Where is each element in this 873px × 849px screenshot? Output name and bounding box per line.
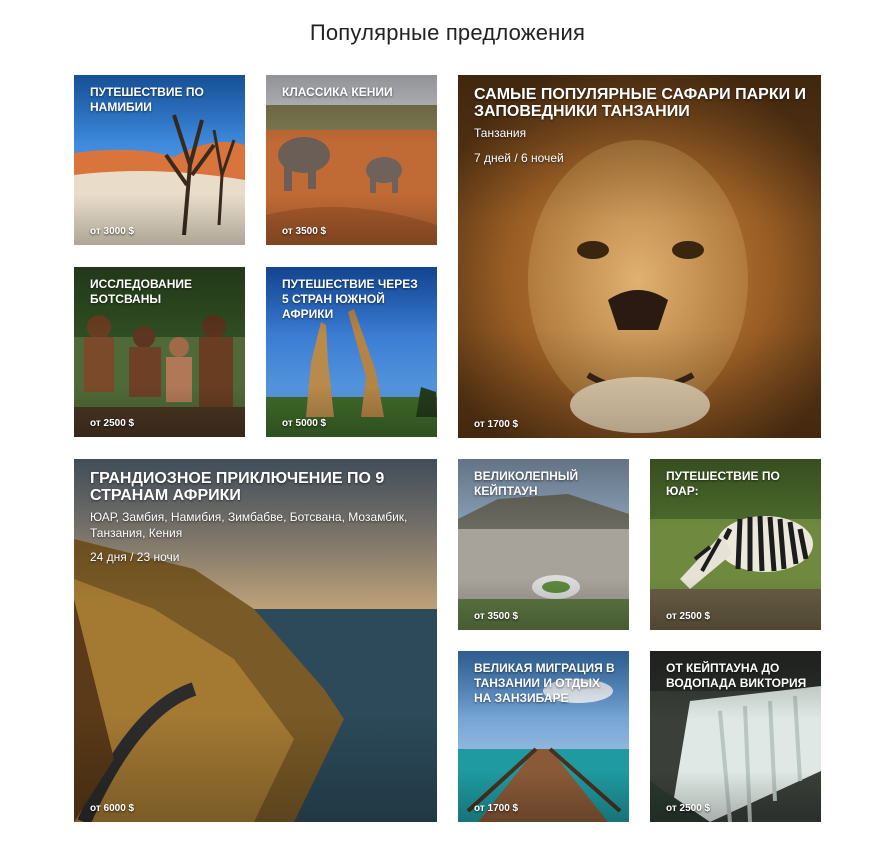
tour-card-cape-town-victoria-falls[interactable]: От Кейптауна до водопада Виктория от 250… [650, 651, 821, 822]
card-title: Великая миграция в Танзании и отдых на З… [474, 661, 615, 705]
card-location: ЮАР, Замбия, Намибия, Зимбабве, Ботсвана… [90, 510, 408, 540]
tour-card-great-migration[interactable]: Великая миграция в Танзании и отдых на З… [458, 651, 629, 822]
card-price: от 1700 $ [474, 803, 519, 814]
card-price: от 6000 $ [90, 803, 135, 814]
card-title: Путешествие через 5 стран Южной Африки [282, 277, 418, 321]
tour-card-south-africa-5-countries[interactable]: Путешествие через 5 стран Южной Африки о… [266, 267, 437, 437]
tour-card-tanzania-safari[interactable]: Самые популярные сафари парки и заповедн… [458, 75, 821, 438]
card-price: от 1700 $ [474, 419, 519, 430]
card-title: Путешествие по Намибии [90, 85, 204, 114]
tour-card-botswana[interactable]: Исследование Ботсваны от 2500 $ [74, 267, 245, 437]
popular-offers-section: Популярные предложения Путешествие по На… [0, 0, 873, 849]
card-title: От Кейптауна до водопада Виктория [666, 661, 807, 690]
card-price: от 2500 $ [666, 803, 711, 814]
card-price: от 2500 $ [666, 611, 711, 622]
card-duration: 24 дня / 23 ночи [90, 550, 180, 564]
card-title: Великолепный Кейптаун [474, 469, 579, 498]
tour-card-9-countries[interactable]: Грандиозное приключение по 9 странам Афр… [74, 459, 437, 822]
tour-card-namibia[interactable]: Путешествие по Намибии от 3000 $ [74, 75, 245, 245]
card-title: Исследование Ботсваны [90, 277, 192, 306]
card-price: от 3500 $ [282, 226, 327, 237]
card-price: от 5000 $ [282, 418, 327, 429]
card-price: от 3500 $ [474, 611, 519, 622]
card-price: от 2500 $ [90, 418, 135, 429]
card-location: Танзания [474, 126, 527, 140]
card-title: Классика Кении [282, 85, 393, 99]
card-title: Самые популярные сафари парки и заповедн… [474, 86, 807, 120]
tour-card-kenya[interactable]: Классика Кении от 3500 $ [266, 75, 437, 245]
card-title: Грандиозное приключение по 9 странам Афр… [90, 470, 385, 504]
tour-card-cape-town[interactable]: Великолепный Кейптаун от 3500 $ [458, 459, 629, 630]
card-title: Путешествие по ЮАР: [666, 469, 780, 498]
card-duration: 7 дней / 6 ночей [474, 151, 564, 165]
section-title: Популярные предложения [309, 20, 586, 45]
card-price: от 3000 $ [90, 226, 135, 237]
tour-card-south-africa[interactable]: Путешествие по ЮАР: от 2500 $ [650, 459, 821, 630]
